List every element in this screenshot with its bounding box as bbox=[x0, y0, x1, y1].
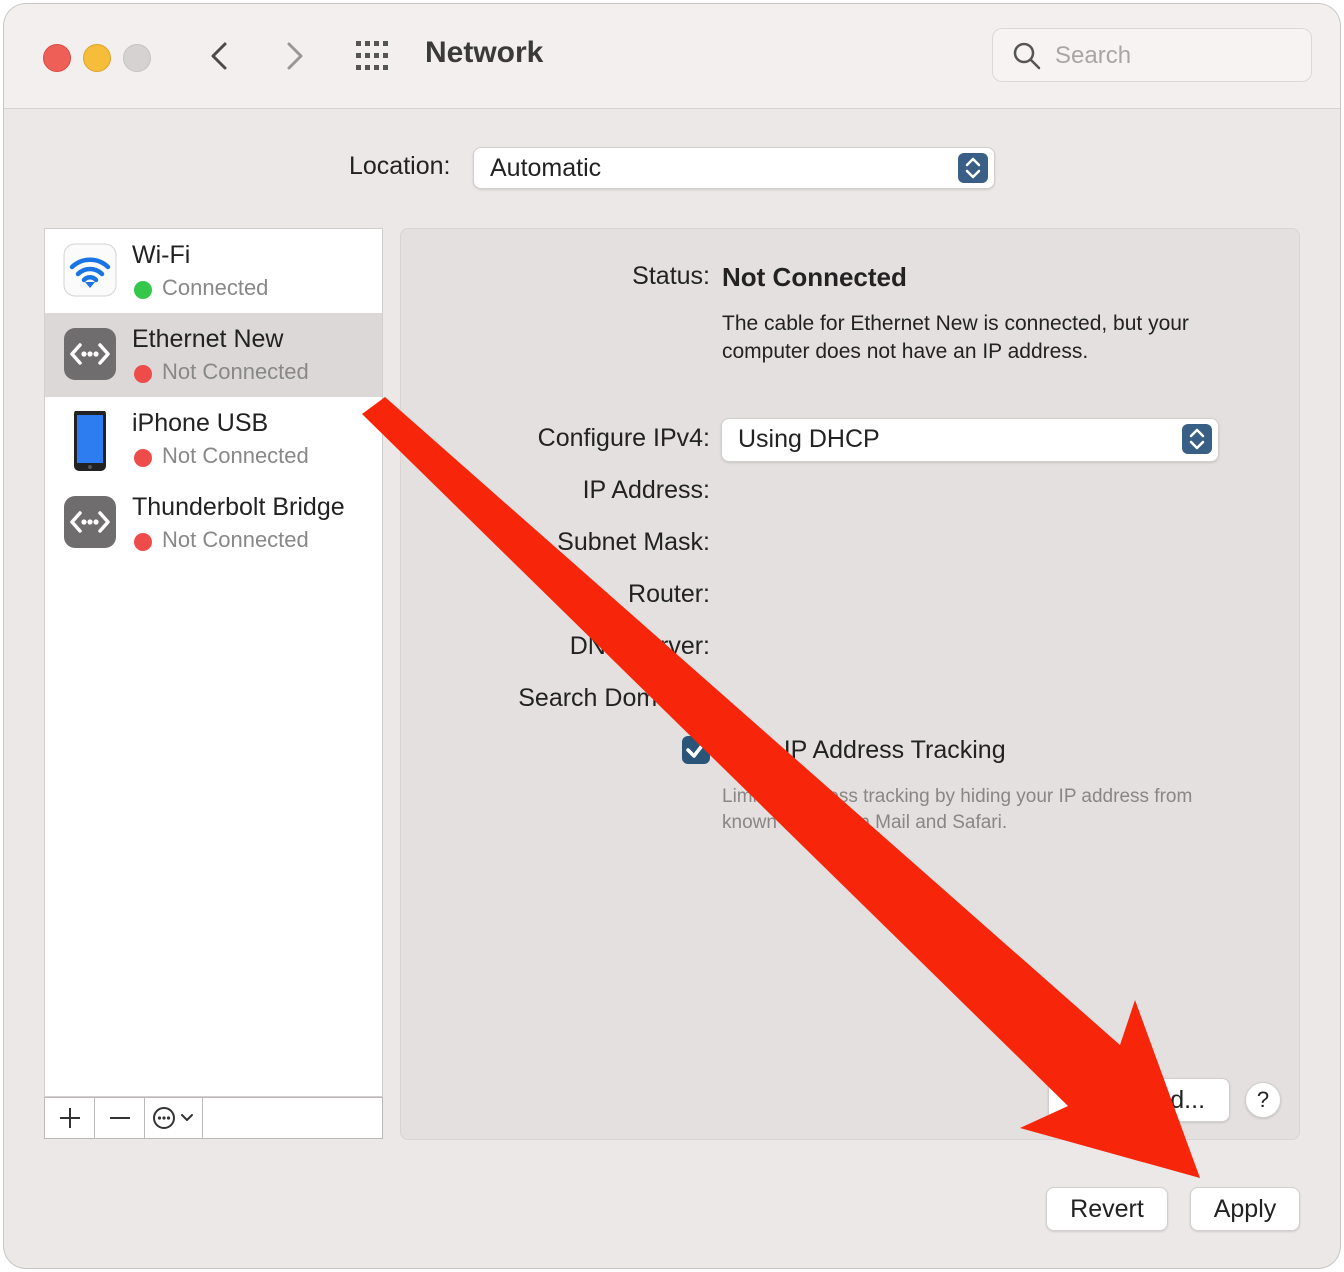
subnet-mask-label: Subnet Mask: bbox=[557, 528, 710, 556]
more-options-button[interactable] bbox=[145, 1098, 203, 1138]
close-window-button[interactable] bbox=[43, 44, 71, 72]
minimize-window-button[interactable] bbox=[83, 44, 111, 72]
limit-ip-tracking-label[interactable]: Limit IP Address Tracking bbox=[724, 736, 1006, 765]
location-popup[interactable]: Automatic bbox=[473, 147, 995, 189]
ip-address-label: IP Address: bbox=[582, 476, 710, 504]
service-name: Thunderbolt Bridge bbox=[132, 493, 345, 521]
add-icon bbox=[60, 1108, 80, 1128]
remove-icon bbox=[110, 1117, 130, 1119]
advanced-button[interactable]: Advanced... bbox=[1048, 1078, 1230, 1122]
service-status: Connected bbox=[162, 275, 269, 300]
status-dot-red bbox=[134, 365, 152, 383]
zoom-window-button[interactable] bbox=[123, 44, 151, 72]
limit-ip-tracking-checkbox[interactable] bbox=[682, 736, 710, 764]
checkmark-icon bbox=[686, 741, 706, 758]
location-label: Location: bbox=[349, 152, 451, 180]
service-status: Not Connected bbox=[162, 527, 309, 552]
window-title: Network bbox=[425, 36, 544, 69]
back-button[interactable] bbox=[200, 36, 240, 76]
popup-arrows-icon bbox=[1182, 424, 1212, 454]
service-item-wifi[interactable]: Wi-Fi Connected bbox=[45, 229, 382, 313]
configure-ipv4-label: Configure IPv4: bbox=[537, 424, 710, 452]
wifi-icon bbox=[63, 243, 117, 299]
dns-server-label: DNS Server: bbox=[569, 632, 710, 660]
search-field[interactable] bbox=[992, 28, 1312, 82]
network-preferences-window: Network Location: Automatic Wi-Fi bbox=[4, 4, 1340, 1268]
grid-icon bbox=[356, 41, 388, 70]
limit-ip-tracking-description: Limit IP address tracking by hiding your… bbox=[722, 786, 1193, 833]
forward-button[interactable] bbox=[274, 36, 314, 76]
search-input[interactable] bbox=[1053, 39, 1297, 73]
router-label: Router: bbox=[628, 580, 710, 608]
remove-service-button[interactable] bbox=[95, 1098, 145, 1138]
service-status: Not Connected bbox=[162, 443, 309, 468]
revert-button[interactable]: Revert bbox=[1046, 1187, 1168, 1231]
configure-ipv4-popup[interactable]: Using DHCP bbox=[721, 418, 1219, 462]
location-value: Automatic bbox=[490, 154, 602, 182]
title-bar: Network bbox=[4, 4, 1340, 109]
help-button[interactable]: ? bbox=[1245, 1082, 1281, 1118]
status-dot-red bbox=[134, 449, 152, 467]
chevron-left-icon bbox=[211, 42, 227, 70]
add-service-button[interactable] bbox=[45, 1098, 95, 1138]
ethernet-icon bbox=[63, 327, 117, 383]
service-item-iphone-usb[interactable]: iPhone USB Not Connected bbox=[45, 397, 382, 481]
status-label: Status: bbox=[632, 262, 710, 290]
service-list-toolbar bbox=[44, 1097, 383, 1139]
more-options-icon bbox=[153, 1107, 193, 1129]
service-list: Wi-Fi Connected Ethernet New Not Connect… bbox=[44, 228, 383, 1097]
status-value: Not Connected bbox=[722, 262, 907, 292]
search-domains-label: Search Domains: bbox=[518, 684, 710, 712]
status-description: The cable for Ethernet New is connected,… bbox=[722, 312, 1189, 363]
status-dot-green bbox=[134, 281, 152, 299]
apply-button[interactable]: Apply bbox=[1190, 1187, 1300, 1231]
configure-ipv4-value: Using DHCP bbox=[738, 425, 880, 453]
chevron-right-icon bbox=[287, 42, 303, 70]
service-name: Wi-Fi bbox=[132, 241, 191, 269]
service-item-ethernet-new[interactable]: Ethernet New Not Connected bbox=[45, 313, 382, 397]
thunderbolt-bridge-icon bbox=[63, 495, 117, 551]
popup-arrows-icon bbox=[958, 153, 988, 183]
service-item-thunderbolt-bridge[interactable]: Thunderbolt Bridge Not Connected bbox=[45, 481, 382, 565]
service-status: Not Connected bbox=[162, 359, 309, 384]
show-all-button[interactable] bbox=[354, 39, 394, 75]
service-name: iPhone USB bbox=[132, 409, 269, 437]
status-dot-red bbox=[134, 533, 152, 551]
search-icon bbox=[1013, 42, 1041, 70]
iphone-icon bbox=[63, 409, 117, 471]
service-name: Ethernet New bbox=[132, 325, 284, 353]
